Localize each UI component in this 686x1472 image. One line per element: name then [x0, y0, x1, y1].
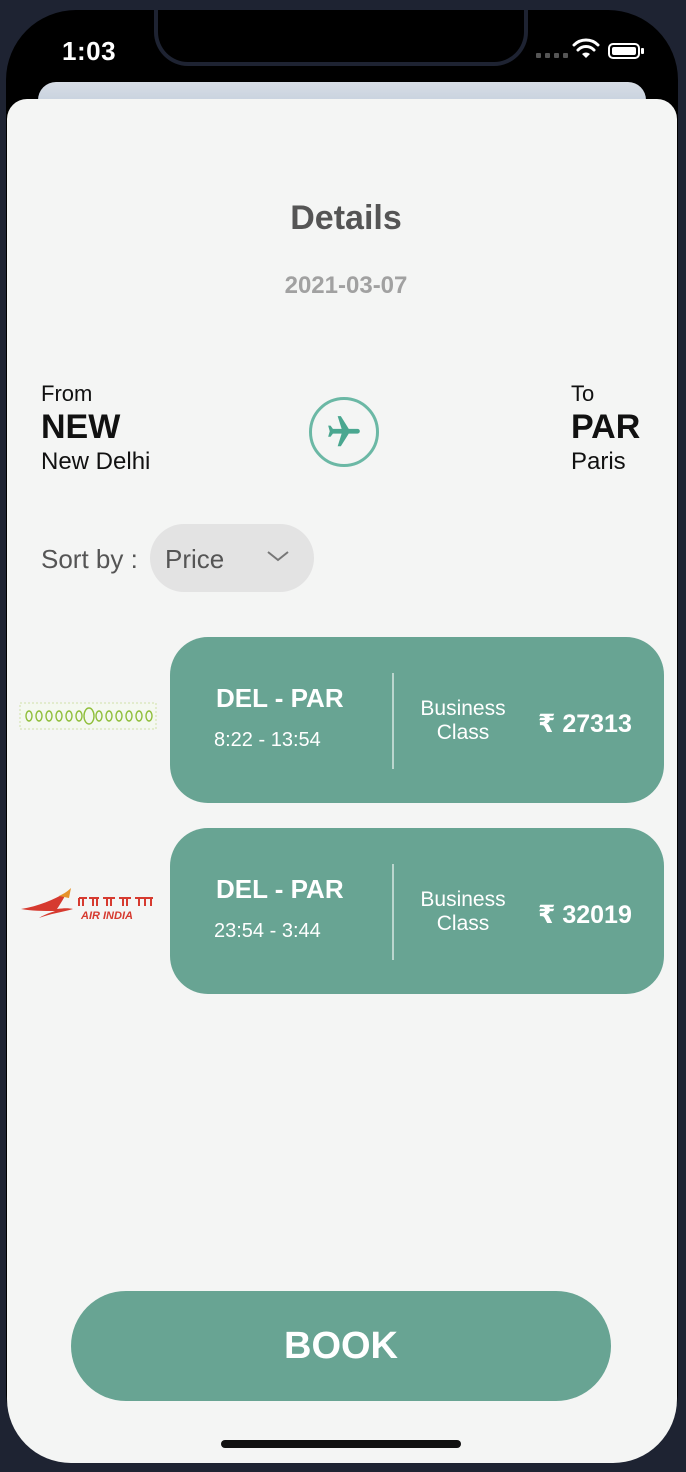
phone-device: 1:03 Details 2021-03-07 From NEW New Del… — [0, 0, 686, 1472]
flight-card[interactable]: DEL - PAR 8:22 - 13:54 Business Class ₹ … — [170, 637, 664, 803]
cabin-class-line1: Business — [420, 888, 506, 911]
origin-city: New Delhi — [41, 448, 151, 475]
origin-label: From — [41, 381, 93, 406]
cabin-class-line1: Business — [420, 697, 506, 720]
sort-label: Sort by : — [41, 544, 138, 574]
home-indicator[interactable] — [221, 1440, 461, 1448]
notch — [158, 10, 524, 62]
sort-selected-value: Price — [165, 544, 225, 574]
flight-card[interactable]: DEL - PAR 23:54 - 3:44 Business Class ₹ … — [170, 828, 664, 994]
wifi-icon — [572, 38, 600, 58]
cabin-class-line2: Class — [436, 912, 490, 935]
svg-text:AIR INDIA: AIR INDIA — [80, 910, 133, 922]
flight-price: ₹ 27313 — [538, 710, 632, 738]
cabin-class-line2: Class — [436, 721, 490, 744]
flight-price: ₹ 32019 — [538, 901, 632, 929]
flight-date: 2021-03-07 — [284, 272, 408, 299]
flight-times: 8:22 - 13:54 — [214, 729, 321, 751]
destination-city: Paris — [571, 448, 626, 475]
chevron-down-icon — [267, 551, 289, 562]
flight-row: AIR INDIA DEL - PAR 23:54 - 3:44 Busines… — [7, 828, 677, 994]
origin-code: NEW — [41, 408, 121, 446]
cellular-signal-icon — [536, 53, 568, 58]
destination-code: PAR — [571, 408, 641, 446]
book-button[interactable]: BOOK — [71, 1291, 611, 1401]
airplane-icon — [309, 397, 379, 467]
airline-logo — [19, 702, 157, 730]
origin-block: From NEW New Delhi — [41, 381, 150, 477]
card-divider — [392, 864, 394, 960]
sort-dropdown[interactable]: Price — [150, 524, 314, 592]
cabin-class: Business Class — [412, 888, 514, 936]
flight-row: DEL - PAR 8:22 - 13:54 Business Class ₹ … — [7, 637, 677, 803]
card-divider — [392, 673, 394, 769]
air-india-logo: AIR INDIA — [21, 888, 153, 922]
flight-route: DEL - PAR — [216, 874, 344, 904]
battery-icon — [608, 43, 644, 59]
flight-route: DEL - PAR — [216, 683, 344, 713]
page-title: Details — [290, 199, 402, 237]
destination-label: To — [571, 381, 595, 406]
details-sheet: Details 2021-03-07 From NEW New Delhi To… — [7, 99, 677, 1463]
flight-times: 23:54 - 3:44 — [214, 920, 321, 942]
destination-block: To PAR Paris — [571, 381, 640, 477]
status-time: 1:03 — [62, 36, 117, 66]
cabin-class: Business Class — [412, 697, 514, 745]
